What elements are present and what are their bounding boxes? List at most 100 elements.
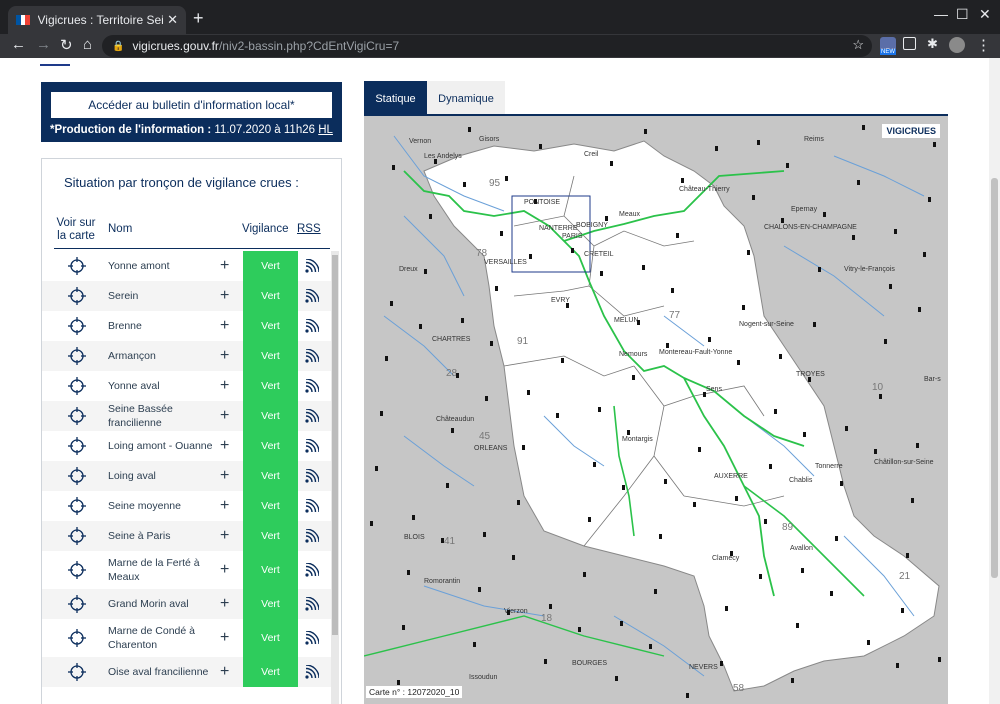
crosshair-icon[interactable] [68, 467, 86, 485]
expand-plus-icon[interactable]: + [220, 595, 229, 613]
expand-plus-icon[interactable]: + [220, 317, 229, 335]
crosshair-icon[interactable] [68, 377, 86, 395]
rss-icon[interactable] [305, 529, 319, 543]
troncon-name[interactable]: Serein [108, 289, 228, 303]
new-tab-button[interactable]: + [193, 8, 204, 29]
expand-plus-icon[interactable]: + [220, 257, 229, 275]
rss-icon[interactable] [305, 409, 319, 423]
tab-dynamique[interactable]: Dynamique [427, 81, 505, 116]
rss-icon[interactable] [305, 379, 319, 393]
troncon-name[interactable]: Marne de Condé à Charenton [108, 624, 228, 652]
rss-icon[interactable] [305, 319, 319, 333]
page-scroll-thumb[interactable] [991, 178, 998, 578]
crosshair-icon[interactable] [68, 347, 86, 365]
crosshair-icon[interactable] [68, 663, 86, 681]
station-marker [375, 466, 378, 471]
expand-plus-icon[interactable]: + [220, 467, 229, 485]
troncon-name[interactable]: Yonne aval [108, 379, 228, 393]
expand-plus-icon[interactable]: + [220, 377, 229, 395]
station-marker [588, 517, 591, 522]
expand-plus-icon[interactable]: + [220, 663, 229, 681]
vigilance-map[interactable]: Vernon Les Andelys Gisors Creil Château-Thie… [364, 116, 948, 704]
rss-icon[interactable] [305, 349, 319, 363]
crosshair-icon[interactable] [68, 527, 86, 545]
rss-icon[interactable] [305, 499, 319, 513]
crosshair-icon[interactable] [68, 497, 86, 515]
troncon-name[interactable]: Brenne [108, 319, 228, 333]
rss-icon[interactable] [305, 289, 319, 303]
home-icon[interactable]: ⌂ [83, 36, 92, 53]
browser-tab[interactable]: Vigicrues : Territoire Seine mo ✕ [8, 6, 186, 34]
troncon-name[interactable]: Seine à Paris [108, 529, 228, 543]
bookmark-star-icon[interactable]: ☆ [852, 37, 864, 53]
forward-arrow-icon[interactable]: → [36, 36, 51, 53]
bulletin-button[interactable]: Accéder au bulletin d'information local* [51, 92, 332, 118]
menu-dots-icon[interactable]: ⋮ [976, 36, 991, 54]
tab-statique[interactable]: Statique [364, 81, 427, 116]
crosshair-icon[interactable] [68, 561, 86, 579]
crosshair-icon[interactable] [68, 407, 86, 425]
close-tab-icon[interactable]: ✕ [167, 12, 178, 28]
troncon-name[interactable]: Seine moyenne [108, 499, 228, 513]
crosshair-icon[interactable] [68, 629, 86, 647]
place-label: Châteaudun [436, 416, 474, 423]
map-tabs: Statique Dynamique [364, 81, 948, 116]
page-scrollbar[interactable] [989, 58, 1000, 704]
panel-scroll-thumb[interactable] [332, 255, 338, 635]
expand-plus-icon[interactable]: + [220, 437, 229, 455]
troncon-name[interactable]: Loing amont - Ouanne [108, 439, 228, 453]
maximize-icon[interactable]: ☐ [956, 6, 969, 23]
expand-plus-icon[interactable]: + [220, 287, 229, 305]
col-voir: Voir sur la carte [56, 217, 96, 242]
place-label: MELUN [614, 317, 639, 324]
address-bar[interactable]: 🔒 vigicrues.gouv.fr/niv2-bassin.php?CdEn… [102, 35, 872, 57]
troncon-name[interactable]: Yonne amont [108, 259, 228, 273]
place-label: Nemours [619, 351, 648, 358]
troncon-name[interactable]: Marne de la Ferté à Meaux [108, 556, 228, 584]
expand-plus-icon[interactable]: + [220, 497, 229, 515]
rss-icon[interactable] [305, 597, 319, 611]
expand-plus-icon[interactable]: + [220, 407, 229, 425]
puzzle-extensions-icon[interactable]: ✱ [927, 36, 938, 52]
station-marker [583, 572, 586, 577]
crosshair-icon[interactable] [68, 595, 86, 613]
troncon-name[interactable]: Seine Bassée francilienne [108, 402, 228, 430]
place-label: Sens [706, 386, 722, 393]
rss-icon[interactable] [305, 259, 319, 273]
station-marker [517, 500, 520, 505]
place-label: BOBIGNY [576, 222, 608, 229]
rss-icon[interactable] [305, 439, 319, 453]
expand-plus-icon[interactable]: + [220, 561, 229, 579]
troncon-name[interactable]: Grand Morin aval [108, 597, 228, 611]
crosshair-icon[interactable] [68, 287, 86, 305]
minimize-icon[interactable]: — [934, 6, 948, 22]
troncon-name[interactable]: Oise aval francilienne [108, 665, 228, 679]
rss-icon[interactable] [305, 563, 319, 577]
station-marker [412, 515, 415, 520]
crosshair-icon[interactable] [68, 317, 86, 335]
extension-icon[interactable]: NEW [880, 37, 896, 55]
crosshair-icon[interactable] [68, 437, 86, 455]
place-label: BOURGES [572, 660, 607, 667]
timezone-link[interactable]: HL [318, 124, 333, 136]
station-marker [813, 322, 816, 327]
troncon-name[interactable]: Armançon [108, 349, 228, 363]
rss-icon[interactable] [305, 469, 319, 483]
col-rss[interactable]: RSS [297, 223, 321, 235]
station-marker [566, 303, 569, 308]
back-arrow-icon[interactable]: ← [11, 36, 26, 53]
window-close-icon[interactable]: ✕ [979, 6, 991, 23]
reload-icon[interactable]: ↻ [60, 36, 73, 54]
reader-icon[interactable] [903, 37, 916, 50]
expand-plus-icon[interactable]: + [220, 527, 229, 545]
profile-avatar[interactable] [949, 37, 965, 53]
rss-icon[interactable] [305, 631, 319, 645]
expand-plus-icon[interactable]: + [220, 629, 229, 647]
rss-icon[interactable] [305, 665, 319, 679]
troncon-name[interactable]: Loing aval [108, 469, 228, 483]
place-label: Chablis [789, 477, 813, 484]
vigilance-badge: Vert [243, 251, 298, 281]
panel-scrollbar[interactable] [331, 251, 339, 704]
crosshair-icon[interactable] [68, 257, 86, 275]
expand-plus-icon[interactable]: + [220, 347, 229, 365]
